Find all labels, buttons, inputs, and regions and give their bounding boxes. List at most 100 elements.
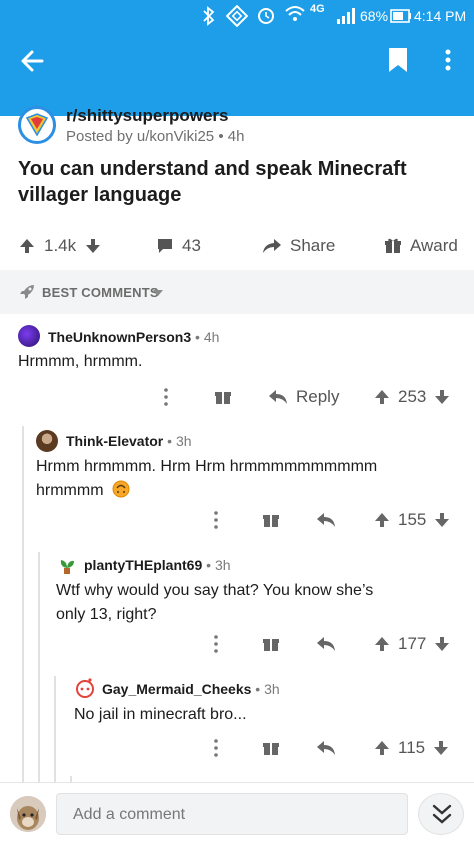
avatar[interactable] xyxy=(36,430,58,452)
comment-score: 115 xyxy=(398,738,426,757)
snoo-avatar-icon[interactable] xyxy=(74,677,96,699)
upside-down-face-emoji-icon xyxy=(112,480,130,498)
author-name[interactable]: TheUnknownPerson3 xyxy=(48,329,191,345)
more-vert-icon[interactable] xyxy=(160,386,172,408)
award-label: Award xyxy=(410,236,458,255)
superhero-shield-icon xyxy=(25,113,49,137)
network-type: 4G xyxy=(310,3,325,15)
reply-icon[interactable] xyxy=(316,740,336,756)
share-icon xyxy=(263,239,281,253)
subreddit-icon[interactable] xyxy=(18,106,56,144)
reply-icon[interactable] xyxy=(316,636,336,652)
comment-age-value: 3h xyxy=(214,557,231,573)
award-icon[interactable] xyxy=(262,511,280,529)
sort-label[interactable]: BEST COMMENTS xyxy=(42,285,159,300)
author-name[interactable]: Gay_Mermaid_Cheeks xyxy=(102,681,251,697)
plant-avatar-icon[interactable] xyxy=(56,555,78,577)
collapse-threads-button[interactable] xyxy=(418,793,464,835)
meta-dot: • xyxy=(218,128,228,145)
comment-age-value: 4h xyxy=(203,329,220,345)
more-vert-icon[interactable] xyxy=(210,633,222,655)
comment-age: • 3h xyxy=(163,433,192,449)
award-icon[interactable] xyxy=(214,388,232,406)
comment-vote-group: 253 xyxy=(374,387,450,407)
comment-author[interactable]: TheUnknownPerson3 • 4h xyxy=(48,329,219,345)
upvote-icon[interactable] xyxy=(374,635,390,653)
comment-vote-group: 115 xyxy=(374,738,449,758)
comments-button[interactable]: 43 xyxy=(156,236,201,256)
upvote-icon[interactable] xyxy=(374,739,390,757)
posted-by[interactable]: Posted by u/konViki25 xyxy=(66,128,214,145)
app-header: 4G 68% 4:14 PM xyxy=(0,0,474,116)
comment-score: 177 xyxy=(398,634,427,653)
dog-avatar-icon xyxy=(10,796,46,832)
upvote-icon[interactable] xyxy=(374,388,390,406)
comment-age-value: 3h xyxy=(175,433,192,449)
comment-author[interactable]: plantyTHEplant69 • 3h xyxy=(84,557,231,573)
more-vert-icon[interactable] xyxy=(210,509,222,531)
reply-button[interactable]: Reply xyxy=(268,387,339,407)
battery-icon xyxy=(390,9,411,23)
alarm-icon xyxy=(258,8,274,24)
post-meta: Posted by u/konViki25 • 4h xyxy=(66,128,244,145)
comment-body: Hrmmm, hrmmm. xyxy=(18,353,143,370)
subreddit-name[interactable]: r/shittysuperpowers xyxy=(66,106,229,126)
award-icon xyxy=(385,238,401,253)
upvote-icon[interactable] xyxy=(18,237,36,255)
share-button[interactable]: Share xyxy=(262,236,335,256)
author-name[interactable]: Think-Elevator xyxy=(66,433,163,449)
user-avatar[interactable] xyxy=(10,796,46,832)
avatar[interactable] xyxy=(18,325,40,347)
signal-icon xyxy=(337,8,355,24)
share-label: Share xyxy=(290,236,336,255)
reply-icon xyxy=(269,390,287,404)
thread-line[interactable] xyxy=(38,552,40,782)
bluetooth-icon xyxy=(203,6,215,26)
comment-age-value: 3h xyxy=(264,681,280,697)
thread-line[interactable] xyxy=(54,676,56,782)
award-icon[interactable] xyxy=(262,739,280,757)
post-title: You can understand and speak Minecraft v… xyxy=(18,158,407,206)
upvote-icon[interactable] xyxy=(374,511,390,529)
wifi-icon xyxy=(285,6,305,21)
comment-count: 43 xyxy=(182,236,201,255)
author-name[interactable]: plantyTHEplant69 xyxy=(84,557,202,573)
more-vert-icon[interactable] xyxy=(210,737,222,759)
battery-percent: 68% xyxy=(360,8,389,24)
clock: 4:14 PM xyxy=(414,8,467,24)
comment-score: 155 xyxy=(398,510,427,529)
comment-age: • 3h xyxy=(202,557,231,573)
post-vote-count: 1.4k xyxy=(44,236,77,255)
thread-line[interactable] xyxy=(22,426,24,782)
downvote-icon[interactable] xyxy=(434,388,450,406)
status-bar: 4G 68% 4:14 PM xyxy=(0,0,474,32)
comment-author[interactable]: Gay_Mermaid_Cheeks • 3h xyxy=(102,681,280,697)
downvote-icon[interactable] xyxy=(433,739,449,757)
award-icon[interactable] xyxy=(262,635,280,653)
downvote-icon[interactable] xyxy=(434,511,450,529)
reply-label: Reply xyxy=(296,387,340,406)
comment-body: No jail in minecraft bro... xyxy=(74,706,247,723)
nfc-icon xyxy=(226,5,248,27)
downvote-icon[interactable] xyxy=(84,237,102,255)
comment-score: 253 xyxy=(398,387,427,406)
comment-icon xyxy=(158,239,172,253)
reply-icon[interactable] xyxy=(316,512,336,528)
add-comment-input[interactable]: Add a comment xyxy=(56,793,408,835)
comment-vote-group: 177 xyxy=(374,634,450,654)
more-vert-icon[interactable] xyxy=(436,46,460,74)
comment-age: • 4h xyxy=(191,329,220,345)
bookmark-icon[interactable] xyxy=(386,46,410,74)
comment-author[interactable]: Think-Elevator • 3h xyxy=(66,433,192,449)
award-button[interactable]: Award xyxy=(384,236,458,256)
post-age: 4h xyxy=(227,128,245,145)
comment-text: Hrmm hrmmmm. Hrm Hrm hrmmmmmmmmmm hrmmmm xyxy=(36,458,378,499)
post-vote-group: 1.4k xyxy=(18,236,102,256)
comment-body: Wtf why would you say that? You know she… xyxy=(56,582,374,623)
chevron-down-icon[interactable] xyxy=(152,289,164,297)
comment-body: Hrmm hrmmmm. Hrm Hrm hrmmmmmmmmmm hrmmmm xyxy=(36,455,426,503)
comment-age: • 3h xyxy=(251,681,280,697)
downvote-icon[interactable] xyxy=(434,635,450,653)
back-arrow-icon[interactable] xyxy=(14,44,52,78)
comment-vote-group: 155 xyxy=(374,510,450,530)
